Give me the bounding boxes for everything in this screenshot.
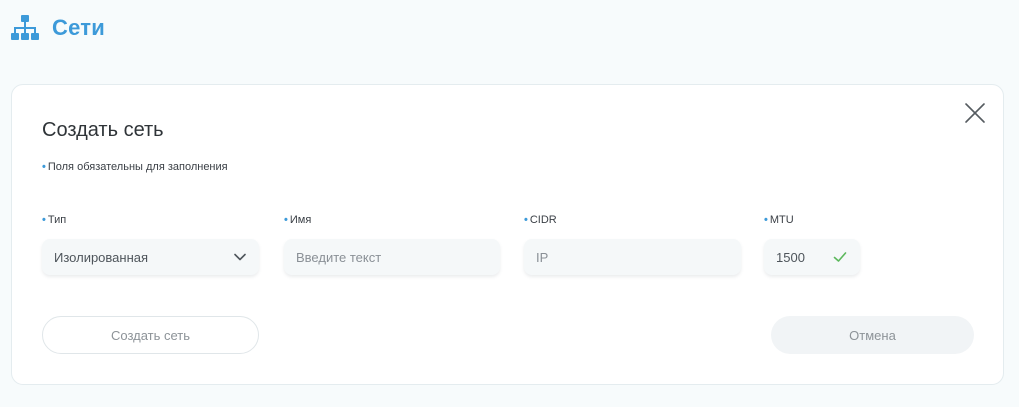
required-dot: • (764, 214, 768, 226)
cidr-input-wrapper (524, 239, 741, 275)
cidr-label: • CIDR (524, 213, 741, 227)
required-dot: • (524, 214, 528, 226)
mtu-label-text: MTU (769, 214, 794, 226)
mtu-field: • MTU (764, 213, 860, 275)
type-select-value: Изолированная (54, 249, 149, 265)
name-label: • Имя (284, 213, 500, 227)
type-select[interactable]: Изолированная (42, 239, 259, 275)
form-title: Создать сеть (42, 119, 164, 141)
network-icon (11, 15, 39, 40)
chevron-down-icon (234, 253, 246, 261)
required-note-text: Поля обязательны для заполнения (47, 161, 228, 173)
cidr-field: • CIDR (524, 213, 741, 275)
cancel-button[interactable]: Отмена (771, 316, 974, 354)
page-title: Сети (52, 15, 105, 40)
name-label-text: Имя (289, 214, 312, 226)
required-dot: • (42, 161, 46, 173)
create-network-button[interactable]: Создать сеть (42, 316, 259, 354)
close-icon[interactable] (963, 101, 987, 125)
required-note: • Поля обязательны для заполнения (42, 161, 228, 173)
cidr-input[interactable] (536, 249, 729, 265)
checkmark-icon (833, 252, 847, 262)
required-dot: • (42, 214, 46, 226)
type-field: • Тип Изолированная (42, 213, 259, 275)
page-header: Сети (10, 12, 105, 44)
type-label: • Тип (42, 213, 259, 227)
type-label-text: Тип (47, 214, 67, 226)
cidr-label-text: CIDR (529, 214, 557, 226)
mtu-input[interactable] (776, 249, 826, 265)
mtu-input-wrapper (764, 239, 860, 275)
mtu-label: • MTU (764, 213, 860, 227)
create-network-card: Создать сеть • Поля обязательны для запол… (11, 84, 1004, 385)
name-field: • Имя (284, 213, 500, 275)
name-input-wrapper (284, 239, 500, 275)
name-input[interactable] (296, 249, 488, 265)
required-dot: • (284, 214, 288, 226)
